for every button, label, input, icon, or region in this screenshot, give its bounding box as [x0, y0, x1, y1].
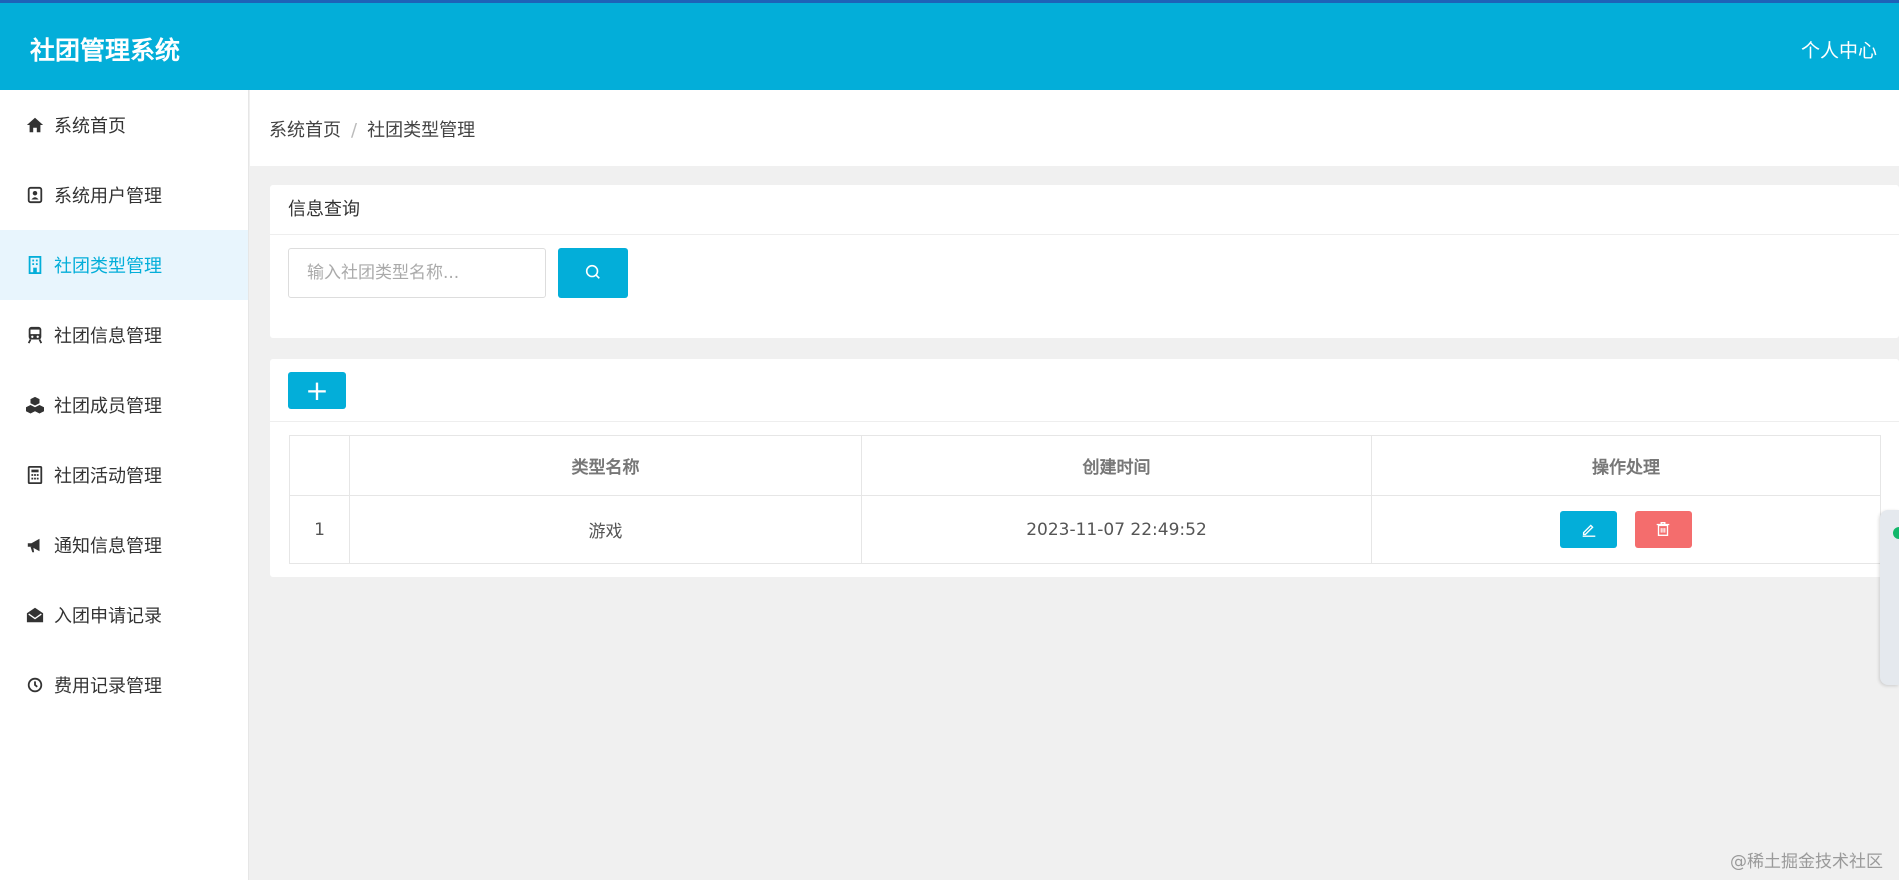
table-toolbar: + [270, 359, 1899, 422]
query-card: 信息查询 [270, 185, 1899, 338]
sidebar-item-club-activities[interactable]: 社团活动管理 [0, 440, 248, 510]
building-icon [25, 255, 45, 275]
sidebar-item-club-types[interactable]: 社团类型管理 [0, 230, 248, 300]
breadcrumb-current: 社团类型管理 [367, 120, 476, 141]
sidebar-item-label: 系统首页 [54, 116, 126, 137]
breadcrumb-home[interactable]: 系统首页 [269, 120, 341, 141]
cell-type-name: 游戏 [349, 495, 862, 564]
sidebar: 系统首页 系统用户管理 社团类型管理 社团信息管理 社团成员管理 社团活动管理 [0, 90, 249, 880]
sidebar-item-club-info[interactable]: 社团信息管理 [0, 300, 248, 370]
column-header-index [289, 435, 350, 496]
sidebar-item-notifications[interactable]: 通知信息管理 [0, 510, 248, 580]
table-row: 1 游戏 2023-11-07 22:49:52 [289, 495, 1881, 564]
delete-button[interactable] [1634, 511, 1692, 548]
trash-icon [1656, 522, 1670, 536]
top-header: 社团管理系统 个人中心 [0, 0, 1899, 90]
status-dot-icon [1893, 527, 1899, 539]
table-header-row: 类型名称 创建时间 操作处理 [289, 435, 1881, 496]
table-card: + 类型名称 创建时间 操作处理 1 游戏 2023-11-07 22:49:5… [270, 359, 1899, 577]
envelope-open-icon [25, 605, 45, 625]
edit-icon [1582, 524, 1596, 537]
search-button[interactable] [558, 248, 628, 298]
data-table: 类型名称 创建时间 操作处理 1 游戏 2023-11-07 22:49:52 [289, 435, 1881, 564]
sidebar-item-label: 社团成员管理 [54, 396, 162, 417]
breadcrumb: 系统首页 / 社团类型管理 [269, 116, 475, 142]
user-card-icon [25, 185, 45, 205]
calculator-icon [25, 465, 45, 485]
column-header-type-name: 类型名称 [349, 435, 862, 496]
clock-icon [25, 675, 45, 695]
home-icon [25, 115, 45, 135]
sidebar-item-fees[interactable]: 费用记录管理 [0, 650, 248, 720]
cell-index: 1 [289, 495, 350, 564]
sidebar-item-applications[interactable]: 入团申请记录 [0, 580, 248, 650]
user-center-link[interactable]: 个人中心 [1801, 36, 1877, 63]
sidebar-item-label: 系统用户管理 [54, 186, 162, 207]
sidebar-item-home[interactable]: 系统首页 [0, 90, 248, 160]
cell-created: 2023-11-07 22:49:52 [861, 495, 1372, 564]
column-header-created: 创建时间 [861, 435, 1372, 496]
sidebar-item-label: 入团申请记录 [54, 606, 162, 627]
app-title: 社团管理系统 [30, 36, 181, 65]
query-card-title: 信息查询 [270, 185, 1899, 235]
sidebar-item-users[interactable]: 系统用户管理 [0, 160, 248, 230]
sidebar-item-label: 社团信息管理 [54, 326, 162, 347]
sidebar-item-club-members[interactable]: 社团成员管理 [0, 370, 248, 440]
sidebar-item-label: 通知信息管理 [54, 536, 162, 557]
add-button[interactable]: + [288, 372, 346, 409]
breadcrumb-bar: 系统首页 / 社团类型管理 [250, 90, 1899, 166]
floating-side-widget[interactable] [1880, 510, 1899, 685]
column-header-actions: 操作处理 [1371, 435, 1881, 496]
cell-actions [1371, 495, 1881, 564]
edit-button[interactable] [1560, 511, 1618, 548]
search-input[interactable] [288, 248, 546, 298]
watermark: @稀土掘金技术社区 [1730, 852, 1883, 872]
bullhorn-icon [25, 535, 45, 555]
cubes-icon [25, 395, 45, 415]
breadcrumb-separator: / [351, 120, 358, 141]
train-icon [25, 325, 45, 345]
sidebar-item-label: 费用记录管理 [54, 676, 162, 697]
sidebar-item-label: 社团类型管理 [54, 256, 162, 277]
sidebar-item-label: 社团活动管理 [54, 466, 162, 487]
search-icon [584, 263, 602, 284]
